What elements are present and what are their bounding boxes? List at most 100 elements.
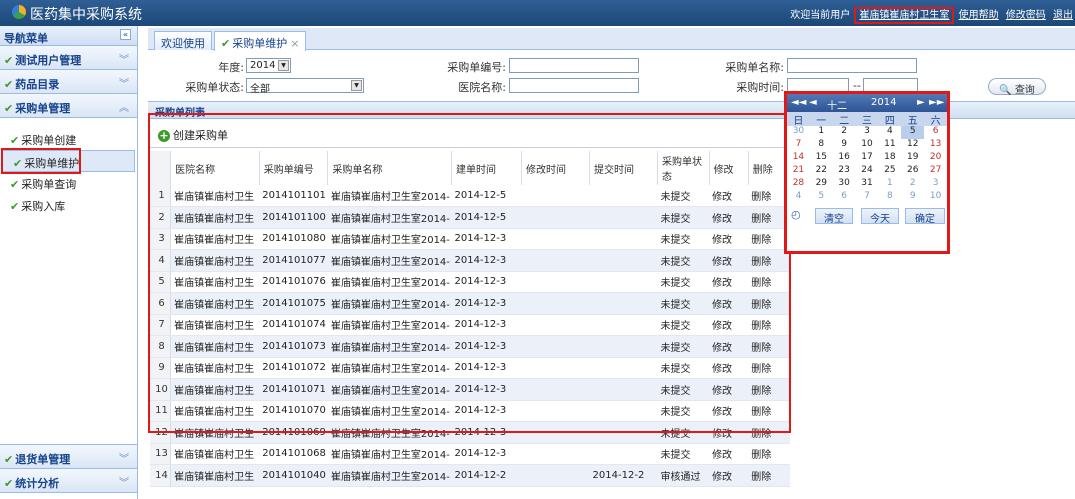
today-button[interactable]: 今天 <box>861 208 899 225</box>
chevron-down-icon: ︾ <box>119 79 129 90</box>
tab-welcome[interactable]: 欢迎使用 <box>154 31 212 50</box>
table-row[interactable]: 13 崔庙镇崔庙村卫生 2014101068 崔庙镇崔庙村卫生室2014-1 2014-… <box>150 443 790 465</box>
cell-submitted <box>589 443 658 465</box>
calendar-year[interactable]: 2014 <box>871 97 896 108</box>
calendar-day[interactable]: 20 <box>924 152 947 165</box>
order-name-input[interactable] <box>787 58 917 73</box>
prev-month-icon[interactable]: ◄ <box>809 97 817 108</box>
next-year-icon[interactable]: ►► <box>929 97 944 108</box>
calendar-day[interactable]: 12 <box>901 139 924 152</box>
section-test-users[interactable]: ✔ 测试用户管理 ︾ <box>0 46 137 70</box>
calendar-day[interactable]: 3 <box>856 126 879 139</box>
calendar-day[interactable]: 21 <box>787 165 810 178</box>
current-user-link[interactable]: 崔庙镇崔庙村卫生室 <box>854 7 955 24</box>
next-month-icon[interactable]: ► <box>917 97 925 108</box>
calendar-day[interactable]: 5 <box>810 191 833 204</box>
calendar-day[interactable]: 26 <box>901 165 924 178</box>
calendar-day[interactable]: 28 <box>787 178 810 191</box>
clear-button[interactable]: 清空 <box>815 208 853 225</box>
calendar-day[interactable]: 4 <box>787 191 810 204</box>
calendar-day[interactable]: 17 <box>856 152 879 165</box>
check-icon: ✔ <box>221 37 231 50</box>
section-drug-catalog[interactable]: ✔ 药品目录 ︾ <box>0 70 137 94</box>
cell-name: 崔庙镇崔庙村卫生室2014-1 <box>327 443 452 465</box>
delete-link[interactable]: 删除 <box>748 443 790 465</box>
cell-hospital: 崔庙镇崔庙村卫生 <box>170 443 260 465</box>
help-link[interactable]: 使用帮助 <box>959 10 999 21</box>
query-button[interactable]: 🔍 查询 <box>988 78 1046 96</box>
calendar-day[interactable]: 23 <box>833 165 856 178</box>
calendar-day[interactable]: 30 <box>787 126 810 139</box>
calendar-day[interactable]: 25 <box>878 165 901 178</box>
section-purchase-mgmt[interactable]: ✔ 采购单管理 ︽ <box>0 94 137 118</box>
calendar-day[interactable]: 22 <box>810 165 833 178</box>
calendar-day[interactable]: 29 <box>810 178 833 191</box>
calendar-day[interactable]: 4 <box>878 126 901 139</box>
order-no-label: 采购单编号: <box>447 61 506 74</box>
status-select[interactable]: 全部 ▼ <box>246 78 364 95</box>
query-button-label: 查询 <box>1014 85 1035 96</box>
section-return-mgmt[interactable]: ✔ 退货单管理 ︾ <box>0 445 137 469</box>
calendar-day[interactable]: 6 <box>924 126 947 139</box>
calendar-day[interactable]: 1 <box>810 126 833 139</box>
sidebar-title: 导航菜单 <box>4 32 48 45</box>
tab-label: 欢迎使用 <box>161 37 205 50</box>
collapse-icon[interactable]: « <box>120 29 131 40</box>
hospital-input[interactable] <box>509 78 639 93</box>
section-label: 退货单管理 <box>15 453 71 466</box>
calendar-week: 14 15 16 17 18 19 20 <box>787 152 947 165</box>
calendar-day[interactable]: 8 <box>878 191 901 204</box>
section-label: 药品目录 <box>15 78 60 91</box>
calendar-day[interactable]: 30 <box>833 178 856 191</box>
calendar-day[interactable]: 7 <box>787 139 810 152</box>
clock-icon[interactable]: ◴ <box>791 208 801 221</box>
calendar-day[interactable]: 15 <box>810 152 833 165</box>
row-number: 13 <box>150 443 172 465</box>
weekday-label: 二 <box>839 116 850 127</box>
calendar-month[interactable]: 十二 <box>827 97 847 112</box>
calendar-days: 30 1 2 3 4 5 6 7 8 9 10 11 12 13 14 15 16 17 18 19 20 21 22 23 2… <box>787 126 947 204</box>
calendar-day[interactable]: 24 <box>856 165 879 178</box>
calendar-day[interactable]: 16 <box>833 152 856 165</box>
calendar-day[interactable]: 18 <box>878 152 901 165</box>
calendar-day[interactable]: 14 <box>787 152 810 165</box>
order-no-input[interactable] <box>509 58 639 73</box>
calendar-day[interactable]: 10 <box>856 139 879 152</box>
change-password-link[interactable]: 修改密码 <box>1006 10 1046 21</box>
calendar-day[interactable]: 2 <box>833 126 856 139</box>
table-row[interactable]: 14 崔庙镇崔庙村卫生 2014101040 崔庙镇崔庙村卫生室2014-1 2014-… <box>150 464 790 487</box>
close-icon[interactable]: × <box>290 37 299 50</box>
calendar-day[interactable]: 8 <box>810 139 833 152</box>
calendar-day[interactable]: 3 <box>924 178 947 191</box>
cell-created: 2014-12-2 <box>451 464 522 487</box>
calendar-day[interactable]: 7 <box>856 191 879 204</box>
edit-link[interactable]: 修改 <box>709 464 749 487</box>
calendar-day[interactable]: 9 <box>901 191 924 204</box>
calendar-day[interactable]: 11 <box>878 139 901 152</box>
calendar-day[interactable]: 27 <box>924 165 947 178</box>
calendar-day[interactable]: 2 <box>901 178 924 191</box>
calendar-day[interactable]: 31 <box>856 178 879 191</box>
calendar-day[interactable]: 9 <box>833 139 856 152</box>
logout-link[interactable]: 退出 <box>1053 10 1073 21</box>
edit-link[interactable]: 修改 <box>709 443 749 465</box>
ok-button[interactable]: 确定 <box>905 208 945 225</box>
calendar-day[interactable]: 19 <box>901 152 924 165</box>
tab-order-maintain[interactable]: ✔ 采购单维护 × <box>214 31 307 51</box>
welcome-text: 欢迎当前用户 <box>790 10 851 21</box>
tab-bar: 欢迎使用 ✔ 采购单维护 × <box>148 28 1075 51</box>
sidebar-item-create[interactable]: ✔ 采购单创建 <box>0 128 137 150</box>
calendar-day[interactable]: 5 <box>901 126 925 139</box>
sidebar-item-maintain[interactable]: ✔ 采购单维护 <box>1 148 135 174</box>
calendar-day[interactable]: 1 <box>878 178 901 191</box>
section-statistics[interactable]: ✔ 统计分析 ︾ <box>0 469 137 493</box>
year-select[interactable]: 2014 ▼ <box>246 58 291 73</box>
weekday-label: 日 <box>793 116 804 127</box>
prev-year-icon[interactable]: ◄◄ <box>791 97 806 108</box>
calendar-day[interactable]: 13 <box>924 139 947 152</box>
sidebar-item-stock-in[interactable]: ✔ 采购入库 <box>0 194 137 216</box>
calendar-day[interactable]: 6 <box>833 191 856 204</box>
calendar-day[interactable]: 10 <box>924 191 947 204</box>
delete-link[interactable]: 删除 <box>748 464 790 487</box>
sidebar-item-query[interactable]: ✔ 采购单查询 <box>0 172 137 194</box>
